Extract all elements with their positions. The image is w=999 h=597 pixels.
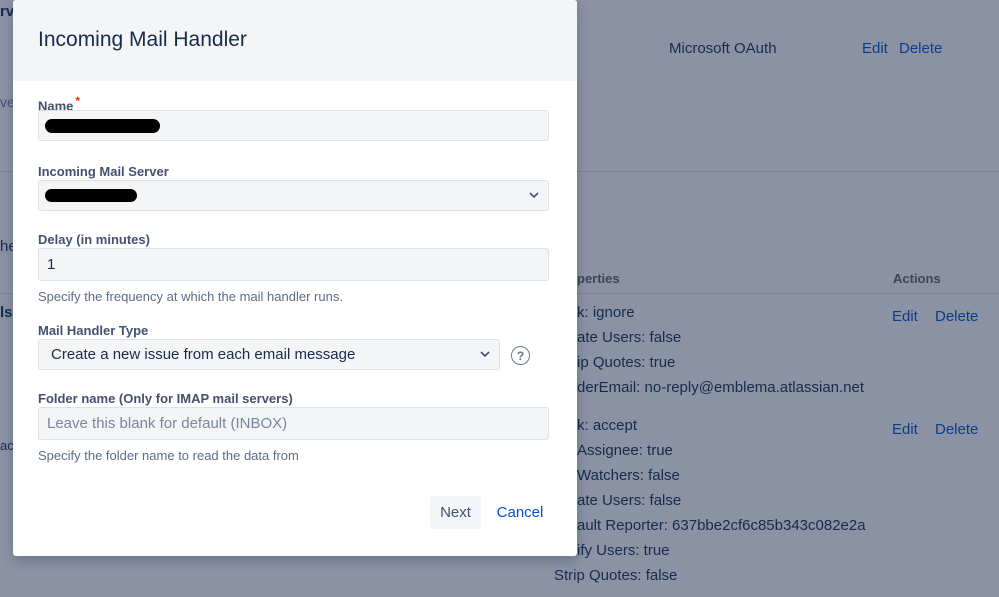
chevron-down-icon [480, 351, 490, 358]
properties-column-header: perties [577, 271, 620, 286]
server-delete-link[interactable]: Delete [899, 40, 942, 57]
handler-2-prop: ify Users: true [577, 542, 670, 559]
dialog-title: Incoming Mail Handler [38, 28, 247, 51]
handler-2-prop: Assignee: true [577, 442, 673, 459]
server-type: Microsoft OAuth [669, 40, 777, 57]
server-edit-link[interactable]: Edit [862, 40, 888, 57]
handler-2-delete-link[interactable]: Delete [935, 421, 978, 438]
dialog-header: Incoming Mail Handler [13, 0, 577, 81]
bg-fragment-5: ac [0, 438, 14, 453]
handler-1-edit-link[interactable]: Edit [892, 308, 918, 325]
folder-help-text: Specify the folder name to read the data… [38, 448, 299, 463]
delay-help-text: Specify the frequency at which the mail … [38, 289, 343, 304]
folder-name-input[interactable]: Leave this blank for default (INBOX) [38, 407, 549, 440]
delay-value: 1 [47, 256, 56, 273]
handler-type-label: Mail Handler Type [38, 323, 149, 338]
handler-2-prop: ate Users: false [577, 492, 682, 509]
handler-2-edit-link[interactable]: Edit [892, 421, 918, 438]
handler-1-prop: ip Quotes: true [577, 354, 676, 371]
handler-1-prop: derEmail: no-reply@emblema.atlassian.net [577, 379, 865, 396]
folder-name-label: Folder name (Only for IMAP mail servers) [38, 391, 293, 406]
chevron-down-icon [529, 192, 539, 199]
handler-type-select[interactable]: Create a new issue from each email messa… [38, 339, 500, 370]
delay-input[interactable]: 1 [38, 248, 549, 281]
handler-1-delete-link[interactable]: Delete [935, 308, 978, 325]
handler-2-prop: Strip Quotes: false [554, 567, 678, 584]
mail-server-select[interactable] [38, 180, 549, 211]
folder-name-placeholder: Leave this blank for default (INBOX) [47, 415, 288, 432]
name-input[interactable] [38, 110, 549, 141]
delay-label: Delay (in minutes) [38, 232, 150, 247]
handler-1-prop: k: ignore [577, 304, 635, 321]
handler-2-prop: Watchers: false [577, 467, 680, 484]
mail-server-label: Incoming Mail Server [38, 164, 169, 179]
redacted-value [45, 118, 160, 133]
actions-column-header: Actions [893, 271, 941, 286]
bg-fragment-4: ls [0, 304, 13, 321]
question-circle-icon[interactable]: ? [511, 346, 530, 365]
handler-2-prop: ault Reporter: 637bbe2cf6c85b343c082e2a [577, 517, 866, 534]
handler-2-prop: k: accept [577, 417, 638, 434]
incoming-mail-handler-dialog: Incoming Mail Handler Name * Incoming Mai… [13, 0, 577, 556]
cancel-button[interactable]: Cancel [491, 496, 549, 529]
redacted-value [45, 189, 137, 202]
required-marker: * [75, 94, 81, 108]
next-button[interactable]: Next [430, 496, 481, 529]
handler-1-prop: ate Users: false [577, 329, 682, 346]
handler-type-selected: Create a new issue from each email messa… [51, 346, 356, 363]
